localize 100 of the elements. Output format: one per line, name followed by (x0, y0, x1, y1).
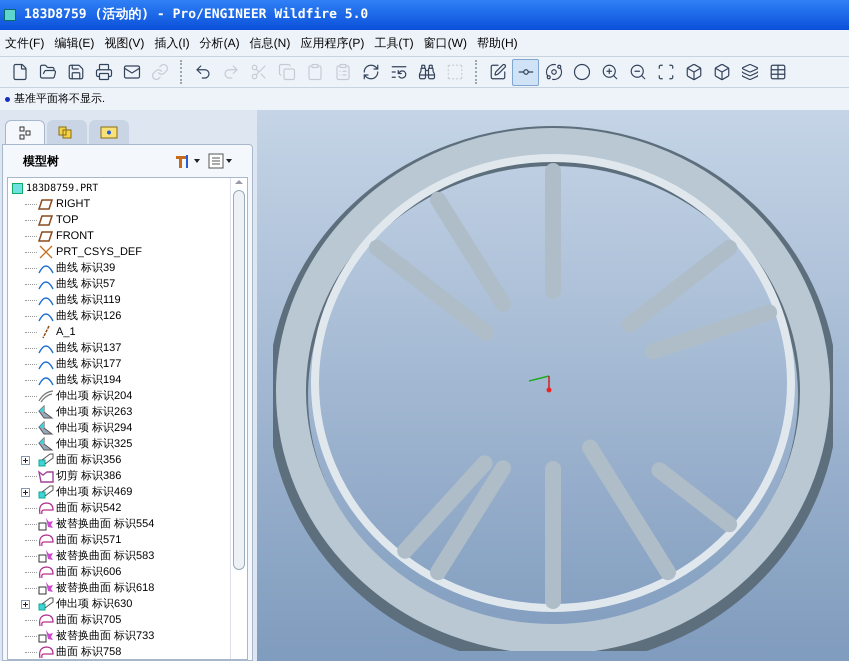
surface-icon (38, 645, 54, 659)
sweep-icon (38, 389, 54, 403)
message-text: 基准平面将不显示. (14, 92, 106, 107)
expand-toggle[interactable] (21, 600, 30, 608)
scroll-up-icon (235, 180, 243, 184)
redo-icon (222, 63, 240, 81)
tree-item[interactable]: 曲面 标识356 (56, 452, 122, 468)
replace-surface-icon (38, 581, 54, 595)
star-folder-icon (100, 125, 118, 139)
plane-icon (38, 197, 54, 211)
menu-item[interactable]: 编辑(E) (51, 34, 98, 52)
expand-toggle[interactable] (21, 488, 30, 496)
tree-icon (19, 126, 31, 140)
tree-item[interactable]: 伸出项 标识204 (56, 388, 132, 404)
sphere-icon (572, 63, 590, 81)
surface-icon (38, 565, 54, 579)
settings-button[interactable] (174, 153, 200, 169)
panel-tab[interactable] (5, 120, 45, 144)
menu-item[interactable]: 窗口(W) (420, 34, 470, 52)
menu-item[interactable]: 信息(N) (246, 34, 294, 52)
save-icon (66, 63, 84, 81)
expand-toggle[interactable] (21, 456, 30, 464)
tree-item[interactable]: 被替换曲面 标识554 (56, 516, 154, 532)
replace-surface-icon (38, 629, 54, 643)
table-icon (768, 63, 786, 81)
menu-item[interactable]: 分析(A) (196, 34, 243, 52)
layers-icon (740, 63, 758, 81)
caret-icon (194, 159, 200, 163)
tree-item[interactable]: 切剪 标识386 (56, 468, 122, 484)
tree-item[interactable]: 伸出项 标识263 (56, 404, 132, 420)
tree-item[interactable]: 被替换曲面 标识618 (56, 580, 154, 596)
tree-item[interactable]: 曲线 标识126 (56, 308, 122, 324)
tree-item[interactable]: 伸出项 标识630 (56, 596, 132, 612)
tree-item[interactable]: 曲线 标识39 (56, 260, 116, 276)
tree-item[interactable]: 曲面 标识758 (56, 644, 122, 659)
surface-icon (38, 613, 54, 627)
printer-icon (94, 63, 112, 81)
open-folder-icon (38, 63, 56, 81)
menu-item[interactable]: 帮助(H) (474, 34, 521, 52)
tree-item[interactable]: 曲线 标识177 (56, 356, 122, 372)
menu-item[interactable]: 文件(F) (2, 34, 48, 52)
show-button[interactable] (208, 153, 232, 169)
menu-item[interactable]: 应用程序(P) (297, 34, 368, 52)
cut-icon (38, 469, 54, 483)
plus-icon (23, 458, 28, 462)
menu-item[interactable]: 视图(V) (101, 34, 148, 52)
tree-item[interactable]: 曲线 标识57 (56, 276, 116, 292)
plane-icon (38, 213, 54, 227)
scissors-icon (250, 63, 268, 81)
tree-item[interactable]: 曲面 标识606 (56, 564, 122, 580)
tree-item[interactable]: PRT_CSYS_DEF (56, 244, 142, 260)
replace-surface-icon (38, 549, 54, 563)
scroll-thumb[interactable] (233, 190, 245, 570)
dashed-box-icon (446, 63, 464, 81)
tree-item[interactable]: 被替换曲面 标识733 (56, 628, 154, 644)
tree-item[interactable]: 曲线 标识119 (56, 292, 121, 308)
menu-item[interactable]: 插入(I) (151, 34, 193, 52)
csys-icon (38, 245, 54, 259)
undo-icon (194, 63, 212, 81)
mail-icon (122, 63, 140, 81)
extrude-icon (38, 485, 54, 499)
clipboard-icon (306, 63, 324, 81)
copy-icon (278, 63, 296, 81)
spin-icon (544, 63, 562, 81)
extrude-icon (38, 453, 54, 467)
caret-icon (226, 159, 232, 163)
tree-item[interactable]: 曲面 标识542 (56, 500, 122, 516)
list-refresh-icon (390, 63, 408, 81)
tree-root[interactable]: 183D8759.PRT (26, 181, 98, 196)
tree-item[interactable]: 曲线 标识137 (56, 340, 122, 356)
bullet-icon (5, 96, 10, 102)
cube-icon (684, 63, 702, 81)
blend-icon (38, 405, 54, 419)
plus-icon (23, 490, 28, 494)
tree-item[interactable]: 曲线 标识194 (56, 372, 122, 388)
tree-item[interactable]: 曲面 标识705 (56, 612, 122, 628)
list-icon (208, 153, 224, 169)
tree-item[interactable]: 伸出项 标识469 (56, 484, 132, 500)
tree-item[interactable]: TOP (56, 212, 78, 228)
zoom-in-icon (600, 63, 618, 81)
tree-item[interactable]: 被替换曲面 标识583 (56, 548, 154, 564)
blend-icon (38, 421, 54, 435)
app-icon (4, 9, 16, 21)
menu-item[interactable]: 工具(T) (371, 34, 417, 52)
panel-title: 模型树 (23, 153, 60, 170)
blend-icon (38, 437, 54, 451)
tree-item[interactable]: FRONT (56, 228, 94, 244)
part-icon (12, 183, 23, 194)
window-title: 183D8759 (活动的) - Pro/ENGINEER Wildfire 5.0 (24, 6, 368, 24)
tree-item[interactable]: A_1 (56, 324, 76, 340)
tree-item[interactable]: 伸出项 标识325 (56, 436, 132, 452)
plus-icon (23, 602, 28, 606)
new-file-icon (10, 63, 28, 81)
tree-item[interactable]: 伸出项 标识294 (56, 420, 132, 436)
toolbar-button[interactable] (512, 58, 539, 86)
tree-item[interactable]: RIGHT (56, 196, 90, 212)
clipboard-list-icon (334, 63, 352, 81)
datum-plane-icon (488, 63, 506, 81)
link-icon (150, 63, 168, 81)
tree-item[interactable]: 曲面 标识571 (56, 532, 122, 548)
